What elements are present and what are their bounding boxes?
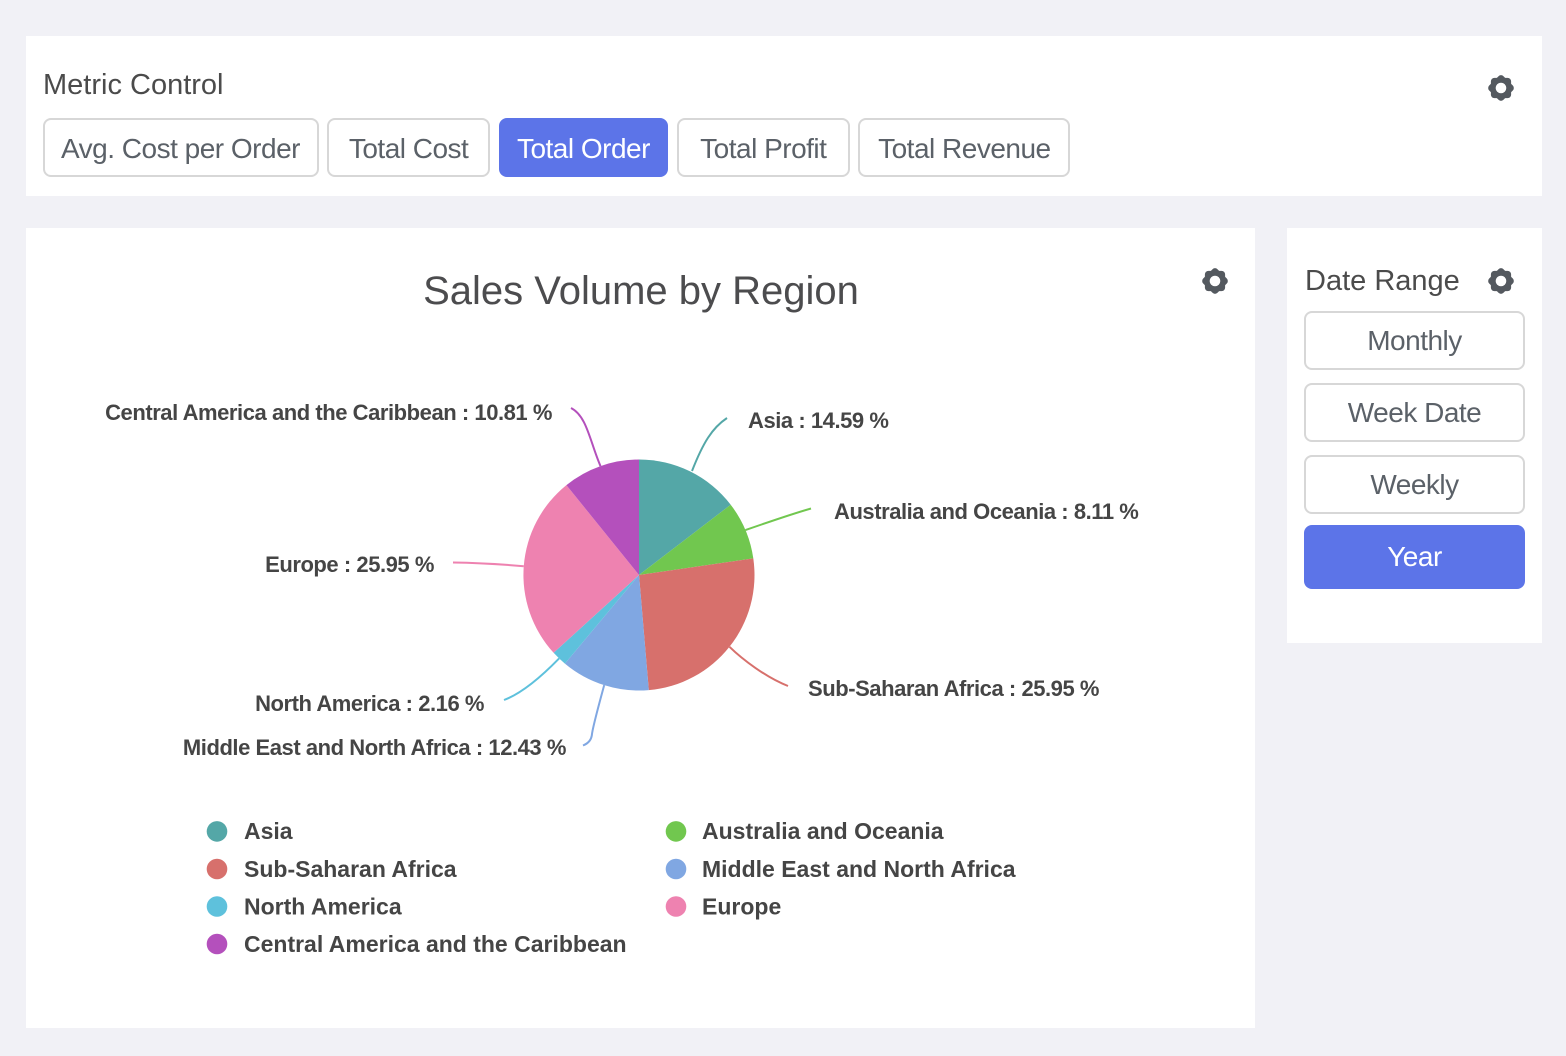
svg-text:Asia : 14.59 %: Asia : 14.59 % <box>748 408 888 433</box>
svg-text:Central America and the Caribb: Central America and the Caribbean <box>244 931 627 957</box>
svg-text:Asia: Asia <box>244 818 293 844</box>
svg-text:Sub-Saharan Africa: Sub-Saharan Africa <box>244 856 457 882</box>
svg-text:Australia and Oceania : 8.11 %: Australia and Oceania : 8.11 % <box>834 499 1138 524</box>
svg-text:North America: North America <box>244 893 402 919</box>
svg-text:Sales Volume by Region: Sales Volume by Region <box>423 269 859 313</box>
svg-text:North America : 2.16 %: North America : 2.16 % <box>255 691 484 716</box>
svg-text:Central America and the Caribb: Central America and the Caribbean : 10.8… <box>105 400 552 425</box>
svg-text:Sub-Saharan Africa : 25.95 %: Sub-Saharan Africa : 25.95 % <box>808 676 1099 701</box>
svg-text:Europe: Europe <box>702 893 781 919</box>
svg-text:Middle East and North Africa: Middle East and North Africa <box>702 856 1016 882</box>
svg-text:Australia and Oceania: Australia and Oceania <box>702 818 944 844</box>
svg-text:Middle East and North Africa :: Middle East and North Africa : 12.43 % <box>183 735 566 760</box>
svg-text:Europe : 25.95 %: Europe : 25.95 % <box>265 552 434 577</box>
